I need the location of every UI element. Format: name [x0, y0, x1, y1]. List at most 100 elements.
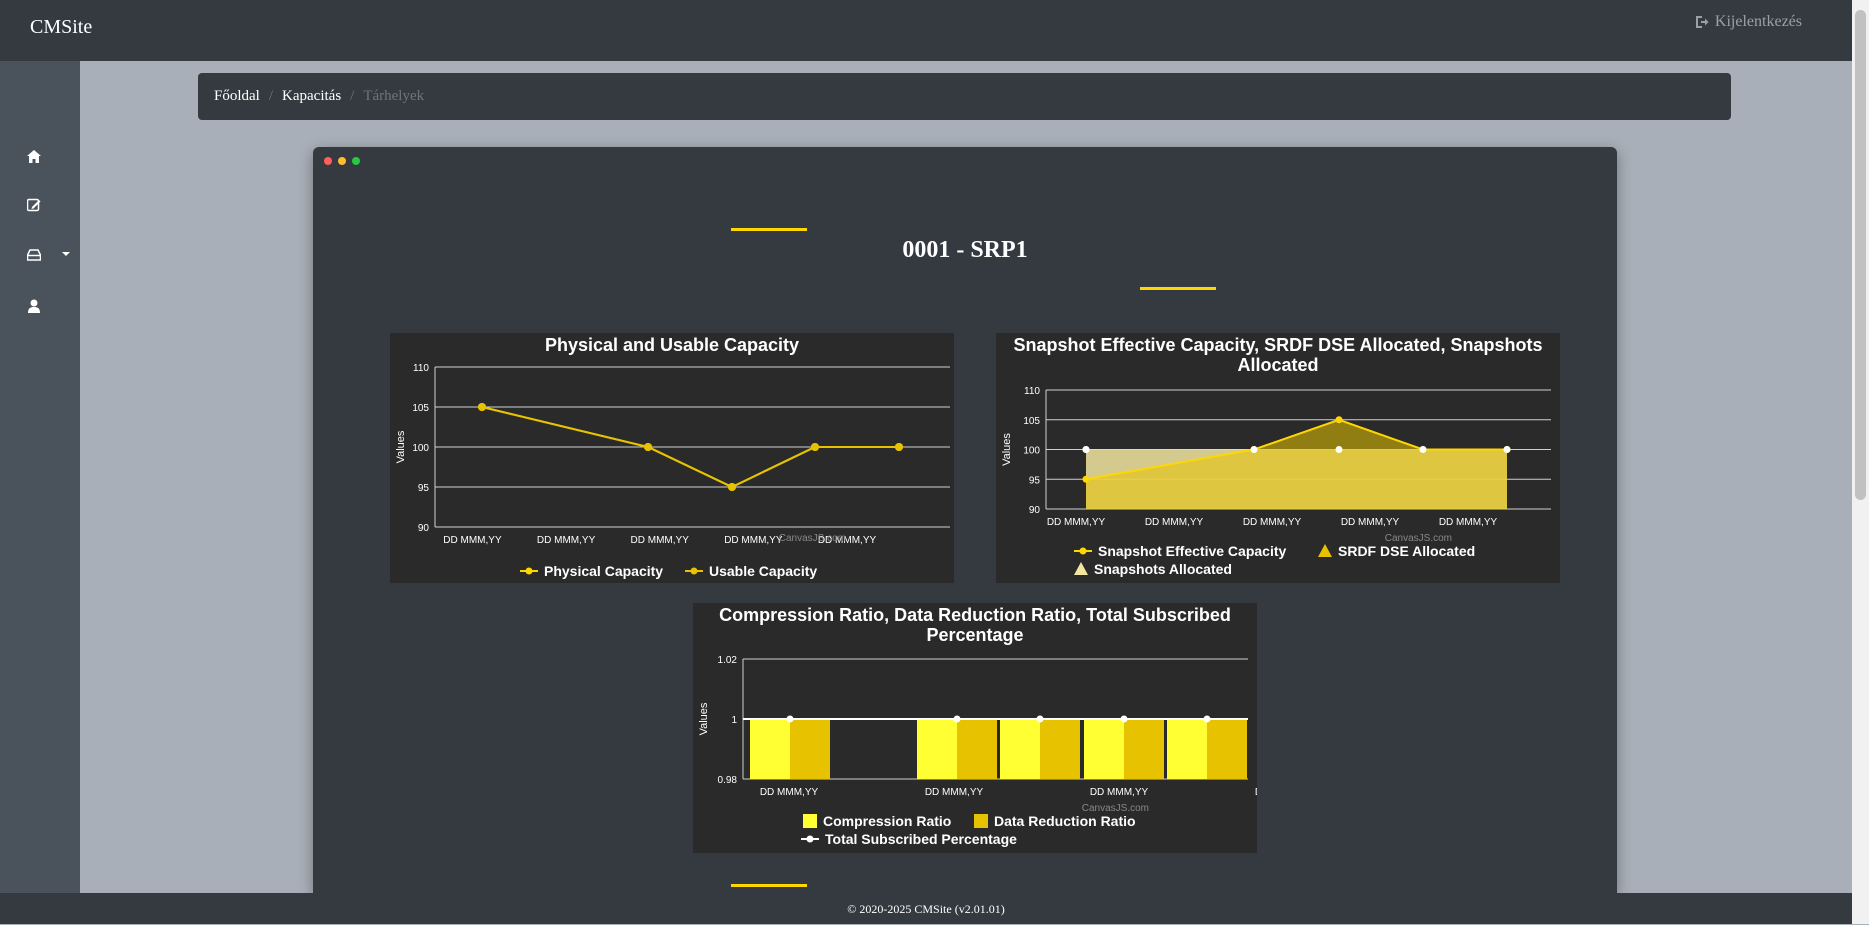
x-tick-label: DD MMM,YY [537, 535, 596, 546]
legend-marker [525, 567, 533, 575]
legend-marker [803, 814, 817, 828]
logout-link[interactable]: Kijelentkezés [1695, 13, 1802, 31]
window-dot-green [352, 157, 360, 165]
edit-icon [27, 198, 41, 212]
chart-svg-1: Physical and Usable Capacity 90 95 100 105 11… [395, 335, 950, 579]
content-card: 0001 - SRP1 Physical and Usable Capacity… [313, 147, 1617, 893]
data-point [895, 443, 903, 451]
y-axis-title: Values [395, 430, 407, 463]
top-navbar: CMSite Kijelentkezés [0, 0, 1852, 61]
data-point [1120, 715, 1128, 723]
data-point [1503, 446, 1511, 453]
chevron-down-icon[interactable] [62, 252, 70, 256]
legend-label: Total Subscribed Percentage [825, 831, 1017, 847]
y-tick-label: 105 [412, 403, 429, 414]
x-tick-label: DD MMM,YY [631, 535, 690, 546]
data-point [1082, 446, 1090, 453]
title-accent-bottom [1140, 287, 1216, 290]
y-tick-label: 0.98 [718, 775, 738, 786]
sidebar-item-edit[interactable] [22, 193, 46, 217]
chart-title: Percentage [926, 625, 1023, 645]
data-point [953, 715, 961, 723]
sidebar [0, 61, 80, 893]
window-dot-red [324, 157, 332, 165]
scrollbar-thumb[interactable] [1855, 10, 1866, 500]
chart-physical-usable: Physical and Usable Capacity 90 95 100 105 11… [390, 333, 954, 583]
breadcrumb-capacity[interactable]: Kapacitás [282, 88, 341, 105]
chart-title: Physical and Usable Capacity [545, 335, 799, 355]
y-tick-label: 105 [1023, 416, 1040, 427]
title-accent-top [731, 228, 807, 231]
breadcrumb-separator: / [268, 88, 274, 104]
breadcrumb: Főoldal / Kapacitás / Tárhelyek [198, 73, 1731, 120]
home-icon [27, 149, 41, 163]
data-point [644, 443, 652, 451]
y-tick-label: 90 [1029, 505, 1041, 516]
data-point [728, 483, 736, 491]
page-scrollbar[interactable] [1852, 0, 1869, 924]
bar [1084, 719, 1124, 779]
y-axis-title: Values [698, 702, 710, 735]
legend-label: Physical Capacity [544, 563, 663, 579]
legend-label: Data Reduction Ratio [994, 813, 1136, 829]
legend-label: Snapshot Effective Capacity [1098, 543, 1286, 559]
chart-compression: Compression Ratio, Data Reduction Ratio,… [693, 603, 1257, 853]
y-tick-label: 95 [418, 483, 430, 494]
legend-marker [1074, 562, 1088, 575]
y-tick-label: 1 [731, 715, 737, 726]
data-point [1419, 446, 1427, 453]
bar [1000, 719, 1040, 779]
legend-marker [690, 567, 698, 575]
chart-snapshot: Snapshot Effective Capacity, SRDF DSE Al… [996, 333, 1560, 583]
chart-title: Snapshot Effective Capacity, SRDF DSE Al… [1013, 335, 1542, 355]
data-point [1250, 446, 1258, 453]
breadcrumb-home[interactable]: Főoldal [214, 88, 260, 105]
y-tick-label: 1.02 [718, 655, 738, 666]
chart-credit: CanvasJS.com [1082, 803, 1149, 814]
data-point [786, 715, 794, 723]
bar [917, 719, 957, 779]
footer: © 2020-2025 CMSite (v2.01.01) [0, 893, 1852, 924]
storage-icon [27, 249, 41, 261]
brand-link[interactable]: CMSite [30, 16, 92, 39]
y-tick-label: 90 [418, 523, 430, 534]
x-tick-label: DD MMM,YY [1047, 517, 1106, 528]
y-tick-label: 100 [412, 443, 429, 454]
legend-label: SRDF DSE Allocated [1338, 543, 1475, 559]
x-tick-label: DD MMM,YY [1341, 517, 1400, 528]
breadcrumb-separator: / [350, 88, 355, 104]
legend-marker [1318, 544, 1332, 557]
y-tick-label: 110 [413, 363, 429, 374]
data-point [1335, 416, 1343, 424]
chart-title: Compression Ratio, Data Reduction Ratio,… [719, 605, 1231, 625]
bar [1040, 719, 1080, 779]
bar [750, 719, 790, 779]
sidebar-item-home[interactable] [22, 144, 46, 168]
data-point [1082, 475, 1090, 483]
x-tick-label: DD MMM,YY [443, 535, 502, 546]
sidebar-item-user[interactable] [22, 294, 46, 318]
section-accent-line [731, 884, 807, 887]
chart-credit: CanvasJS.com [1385, 533, 1452, 544]
y-tick-label: 100 [1023, 446, 1040, 457]
window-dot-yellow [338, 157, 346, 165]
sidebar-item-storage[interactable] [22, 243, 46, 267]
legend-label: Usable Capacity [709, 563, 817, 579]
legend-label: Snapshots Allocated [1094, 561, 1232, 577]
sign-out-icon [1695, 16, 1709, 28]
chart-credit: CanvasJS.com [779, 533, 846, 544]
user-icon [28, 299, 40, 313]
data-point [1335, 446, 1343, 453]
bar [790, 719, 830, 779]
data-point [478, 403, 486, 411]
y-tick-label: 110 [1024, 386, 1040, 397]
chart-svg-2: Snapshot Effective Capacity, SRDF DSE Al… [1001, 335, 1551, 577]
bar [1124, 719, 1164, 779]
chart-svg-3: Compression Ratio, Data Reduction Ratio,… [698, 605, 1257, 847]
y-axis-title: Values [1001, 433, 1013, 466]
x-tick-label: DD MMM,YY [760, 787, 819, 798]
x-tick-label: DD MMM,YY [1145, 517, 1204, 528]
page-title: 0001 - SRP1 [902, 237, 1028, 263]
legend-marker [806, 835, 814, 843]
y-tick-label: 95 [1029, 475, 1041, 486]
